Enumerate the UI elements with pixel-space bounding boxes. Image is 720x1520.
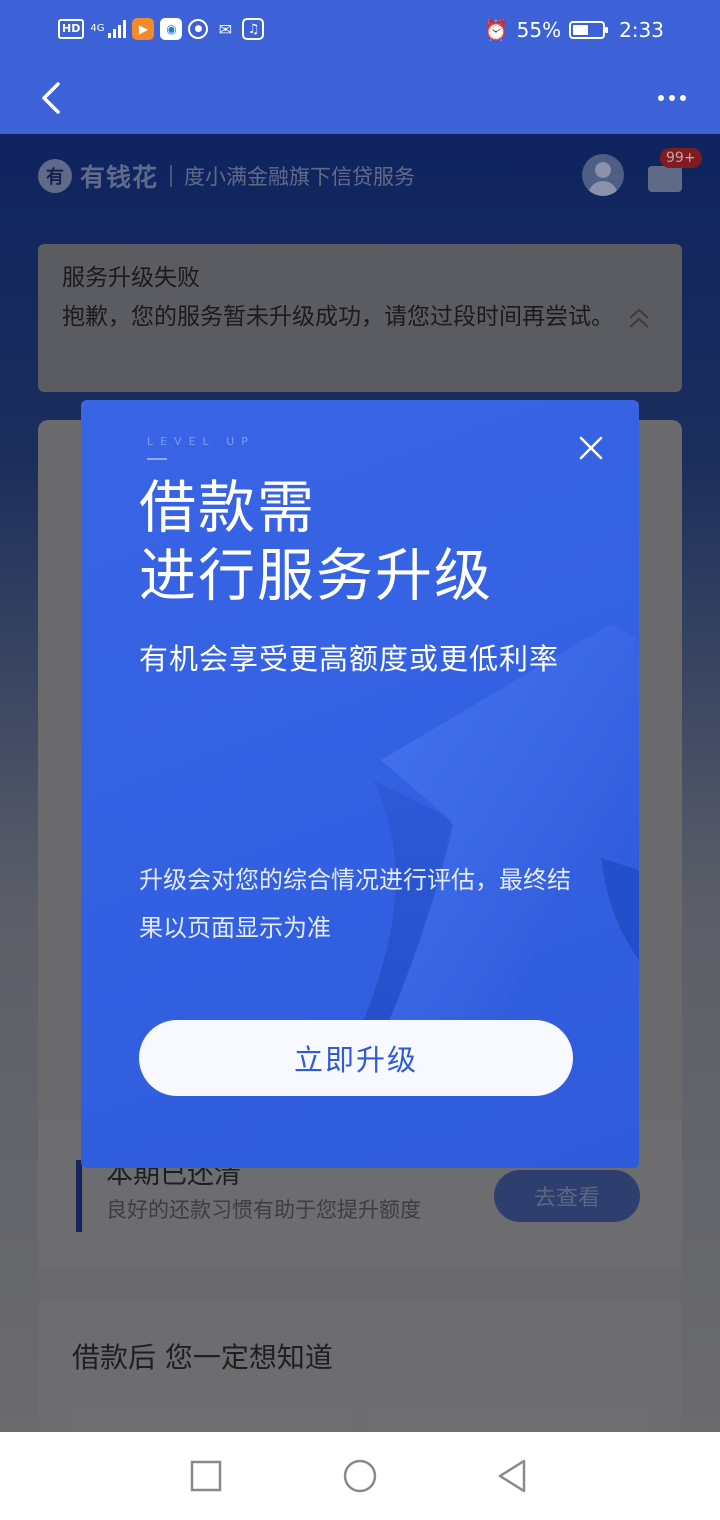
camera-app-icon: ● (188, 19, 209, 39)
notice-body: 抱歉，您的服务暂未升级成功，请您过段时间再尝试。 (62, 304, 614, 330)
more-dot-icon (658, 95, 664, 101)
recent-apps-icon[interactable] (186, 1456, 226, 1496)
brand-subtitle: 度小满金融旗下信贷服务 (184, 165, 416, 189)
brand-logo-icon: 有 (38, 159, 72, 193)
clock: 2:33 (619, 18, 664, 42)
more-dot-icon (669, 95, 675, 101)
info-tile[interactable] (368, 1408, 648, 1432)
message-icon (648, 166, 682, 192)
collapse-icon[interactable] (626, 306, 652, 332)
message-badge: 99+ (660, 148, 702, 168)
status-right: ⏰ 55% 2:33 (484, 18, 664, 42)
modal-headline: 借款需 进行服务升级 (139, 474, 493, 610)
back-button[interactable] (34, 78, 74, 118)
headline-line-2: 进行服务升级 (139, 543, 493, 609)
info-tile[interactable] (72, 1408, 352, 1432)
status-left: HD 4G ▶ ◉ ● ✉ ♫ (58, 18, 265, 40)
system-nav-bar (0, 1432, 720, 1520)
repayment-subtitle: 良好的还款习惯有助于您提升额度 (106, 1198, 421, 1222)
network-type: 4G (90, 23, 105, 34)
section-title: 借款后 您一定想知道 (72, 1341, 333, 1374)
avatar-head-icon (595, 162, 611, 178)
level-up-tag: LEVEL UP (147, 435, 255, 448)
hd-indicator: HD (58, 19, 85, 39)
after-loan-section: 借款后 您一定想知道 (38, 1300, 682, 1432)
home-icon[interactable] (340, 1456, 380, 1496)
upgrade-failed-notice: 服务升级失败 抱歉，您的服务暂未升级成功，请您过段时间再尝试。 (38, 244, 682, 392)
back-nav-icon[interactable] (492, 1456, 532, 1496)
battery-percent: 55% (516, 18, 562, 42)
brand-header: 有 有钱花 度小满金融旗下信贷服务 (38, 158, 415, 194)
upgrade-modal: LEVEL UP 借款需 进行服务升级 有机会享受更高额度或更低利率 升级会对您… (81, 400, 639, 1168)
avatar-body-icon (588, 181, 618, 196)
upgrade-now-button[interactable]: 立即升级 (139, 1020, 573, 1096)
accent-bar (76, 1160, 82, 1232)
more-dot-icon (680, 95, 686, 101)
signal-icon (108, 20, 127, 38)
notice-title: 服务升级失败 (62, 265, 200, 291)
tag-underline (147, 458, 167, 460)
more-options-button[interactable] (654, 82, 690, 114)
music-icon: ♫ (242, 18, 265, 40)
headline-line-1: 借款需 (139, 475, 316, 541)
app-bar (0, 62, 720, 134)
browser-app-icon: ◉ (160, 18, 183, 40)
view-button[interactable]: 去查看 (494, 1170, 640, 1222)
battery-icon (569, 21, 609, 39)
modal-note: 升级会对您的综合情况进行评估，最终结果以页面显示为准 (139, 866, 571, 942)
close-icon[interactable] (577, 434, 605, 462)
brand-name: 有钱花 (80, 163, 159, 192)
message-button[interactable]: 99+ (648, 148, 702, 196)
video-app-icon: ▶ (132, 18, 155, 40)
status-bar: HD 4G ▶ ◉ ● ✉ ♫ ⏰ 55% 2:33 (0, 0, 720, 62)
brand-divider (170, 165, 173, 187)
chevron-left-icon (42, 82, 60, 114)
wechat-icon: ✉ (218, 19, 233, 39)
modal-subline: 有机会享受更高额度或更低利率 (139, 642, 560, 676)
avatar[interactable] (582, 154, 624, 196)
alarm-icon: ⏰ (483, 18, 509, 42)
battery-fill (573, 25, 589, 35)
